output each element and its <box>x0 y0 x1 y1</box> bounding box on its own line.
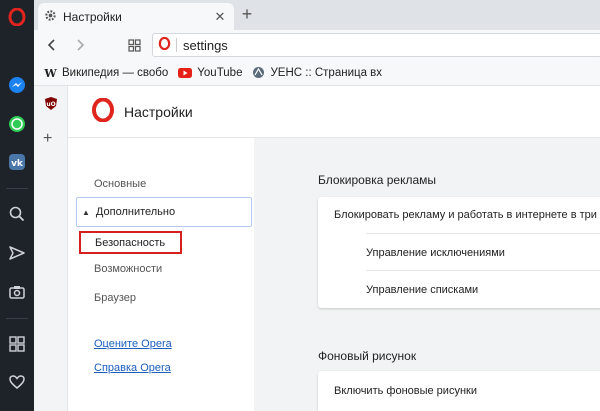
address-bar[interactable] <box>152 33 600 57</box>
add-sidebar-button[interactable]: + <box>43 130 52 148</box>
bookmark-label: УЕНС :: Страница вх <box>270 66 383 79</box>
sidebar-divider <box>6 188 28 189</box>
bookmark-label: YouTube <box>197 66 243 79</box>
settings-content: Блокировка рекламы Блокировать рекламу и… <box>254 138 600 411</box>
new-tab-button[interactable]: + <box>238 5 256 24</box>
wikipedia-icon: W <box>44 67 57 79</box>
heart-icon[interactable] <box>6 371 28 393</box>
whatsapp-icon[interactable] <box>6 113 28 135</box>
bookmark-wikipedia[interactable]: W Википедия — свобо <box>44 67 168 79</box>
back-button[interactable] <box>42 35 62 55</box>
row-divider <box>366 233 600 234</box>
adblock-toggle-label[interactable]: Блокировать рекламу и работать в интерне… <box>334 209 600 221</box>
nav-features[interactable]: Возможности <box>94 263 162 275</box>
nav-security-label: Безопасность <box>95 236 166 249</box>
nav-basic[interactable]: Основные <box>94 178 146 190</box>
tab-strip: Настройки ✕ + <box>34 0 600 30</box>
bookmarks-bar: W Википедия — свобо YouTube УЕНС :: Стра… <box>34 60 600 86</box>
toolbar <box>34 30 600 60</box>
settings-nav: Основные ▲ Дополнительно Безопасность Во… <box>68 138 254 411</box>
address-divider <box>176 38 177 52</box>
nav-advanced[interactable]: ▲ Дополнительно <box>76 197 252 227</box>
page-title: Настройки <box>124 103 193 120</box>
rate-opera-link[interactable]: Оцените Opera <box>94 338 172 350</box>
svg-text:uO: uO <box>46 101 55 108</box>
settings-header: Настройки <box>68 86 600 138</box>
wallpaper-card: Включить фоновые рисунки <box>318 371 600 411</box>
send-icon[interactable] <box>6 242 28 264</box>
opera-logo-icon <box>92 97 114 125</box>
bookmark-label: Википедия — свобо <box>62 66 169 79</box>
tab-settings[interactable]: Настройки ✕ <box>38 3 234 30</box>
ublock-icon[interactable]: uO <box>44 96 58 114</box>
url-input[interactable] <box>183 37 563 53</box>
search-icon[interactable] <box>6 203 28 225</box>
adblock-section-title: Блокировка рекламы <box>318 173 437 187</box>
collapse-arrow-icon: ▲ <box>82 207 90 217</box>
forward-button[interactable] <box>70 35 90 55</box>
manage-exceptions-link[interactable]: Управление исключениями <box>366 247 505 259</box>
speed-dial-icon[interactable] <box>124 35 144 55</box>
opera-help-link[interactable]: Справка Opera <box>94 362 171 374</box>
svg-text:vk: vk <box>11 159 24 169</box>
opera-page-icon <box>158 36 171 53</box>
row-divider <box>366 270 600 271</box>
wallpaper-section-title: Фоновый рисунок <box>318 349 417 363</box>
left-sidebar: vk <box>0 0 34 411</box>
vk-icon[interactable]: vk <box>6 151 28 173</box>
bookmark-uens[interactable]: УЕНС :: Страница вх <box>252 66 382 79</box>
sidebar-divider <box>6 318 28 319</box>
camera-icon[interactable] <box>6 281 28 303</box>
manage-lists-link[interactable]: Управление списками <box>366 284 478 296</box>
nav-advanced-label: Дополнительно <box>95 206 176 218</box>
wallpaper-toggle-label[interactable]: Включить фоновые рисунки <box>334 385 477 397</box>
bookmark-youtube[interactable]: YouTube <box>178 67 242 79</box>
gear-icon <box>44 9 57 25</box>
opera-logo-icon[interactable] <box>6 6 28 28</box>
nav-security[interactable]: Безопасность <box>79 231 182 254</box>
svg-text:W: W <box>44 67 57 79</box>
tab-title: Настройки <box>63 9 122 24</box>
close-tab-icon[interactable]: ✕ <box>212 9 228 25</box>
sidebar-rail: uO + <box>34 86 68 411</box>
grid-icon[interactable] <box>6 333 28 355</box>
adblock-card: Блокировать рекламу и работать в интерне… <box>318 197 600 308</box>
site-icon <box>252 66 265 79</box>
messenger-icon[interactable] <box>6 74 28 96</box>
youtube-icon <box>178 67 193 78</box>
nav-browser[interactable]: Браузер <box>94 292 136 304</box>
